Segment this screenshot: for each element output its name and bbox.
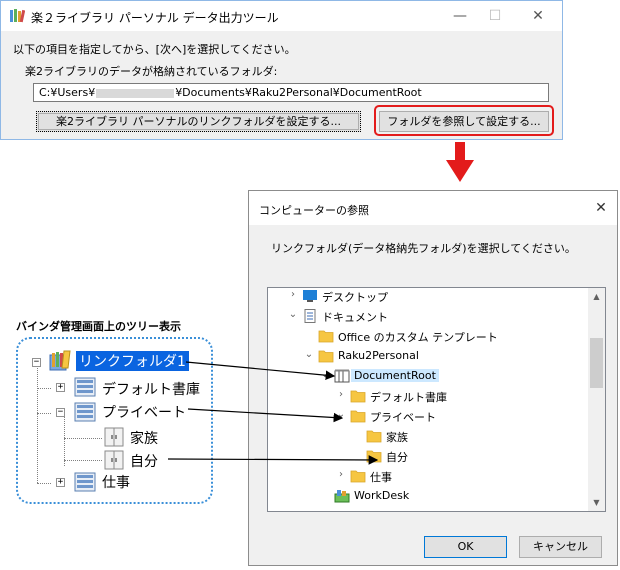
main-window: 楽２ライブラリ パーソナル データ出力ツール — ☐ ✕ 以下の項目を指定してか… xyxy=(0,0,563,140)
set-link-folder-button[interactable]: 楽2ライブラリ パーソナルのリンクフォルダを設定する... xyxy=(36,111,361,132)
chevron-down-icon[interactable]: ⌄ xyxy=(288,309,298,320)
minimize-button[interactable]: — xyxy=(451,7,469,25)
work-expand-toggle[interactable]: + xyxy=(56,478,65,487)
tree-row-label: デスクトップ xyxy=(322,291,388,304)
browse-dialog-titlebar: コンピューターの参照 ✕ xyxy=(249,191,617,225)
tree-row[interactable]: 家族 xyxy=(268,426,588,446)
tree-row-label: デフォルト書庫 xyxy=(370,391,447,404)
browse-folder-button[interactable]: フォルダを参照して設定する... xyxy=(379,111,549,132)
tree-row-label: プライベート xyxy=(370,411,436,424)
tree-row[interactable]: › 仕事 xyxy=(268,466,588,486)
folder-icon xyxy=(350,469,366,483)
cabinet-icon xyxy=(104,427,124,447)
chevron-right-icon[interactable]: › xyxy=(288,289,298,300)
chevron-right-icon[interactable]: › xyxy=(336,469,346,480)
binder-tree-panel: − リンクフォルダ1 + デフォルト書庫 − プライベート 家族 自分 + 仕事 xyxy=(16,337,213,504)
tree-row[interactable]: Office のカスタム テンプレート xyxy=(268,326,588,346)
browse-dialog-prompt: リンクフォルダ(データ格納先フォルダ)を選択してください。 xyxy=(271,242,576,255)
scroll-down-icon[interactable]: ▼ xyxy=(588,494,605,511)
tree-row[interactable]: › デフォルト書庫 xyxy=(268,386,588,406)
tree-row-label: WorkDesk xyxy=(354,489,410,502)
tree-row[interactable]: ⌄ プライベート xyxy=(268,406,588,426)
browse-folder-dialog: コンピューターの参照 ✕ リンクフォルダ(データ格納先フォルダ)を選択してくださ… xyxy=(248,190,618,566)
dialog-close-button[interactable]: ✕ xyxy=(592,199,610,217)
tree-row-label: ドキュメント xyxy=(322,311,388,324)
tree-row[interactable]: › デスクトップ xyxy=(268,288,588,306)
folder-icon xyxy=(318,349,334,363)
main-prompt-text: 以下の項目を指定してから、[次へ]を選択してください。 xyxy=(13,43,296,56)
tree-row[interactable]: ⌄ DocumentRoot xyxy=(268,366,588,386)
redacted-username xyxy=(96,88,175,98)
tree-row[interactable]: ⌄ ドキュメント xyxy=(268,306,588,326)
path-prefix: C:¥Users¥ xyxy=(39,86,96,99)
folder-icon xyxy=(366,449,382,463)
close-button[interactable]: ✕ xyxy=(529,7,547,25)
maximize-button[interactable]: ☐ xyxy=(486,7,504,25)
ok-button[interactable]: OK xyxy=(424,536,507,558)
bookshelf-icon xyxy=(74,402,96,422)
scroll-thumb[interactable] xyxy=(590,338,603,388)
desktop-icon xyxy=(302,289,318,303)
binder-root-label[interactable]: リンクフォルダ1 xyxy=(76,351,189,371)
binder-root-icon xyxy=(334,369,350,383)
main-window-title: 楽２ライブラリ パーソナル データ出力ツール xyxy=(31,11,279,25)
browse-dialog-title: コンピューターの参照 xyxy=(259,204,369,217)
tree-row-label: 自分 xyxy=(386,451,408,464)
chevron-right-icon[interactable]: › xyxy=(336,389,346,400)
bookshelf-icon xyxy=(74,377,96,397)
tree-row-label: Office のカスタム テンプレート xyxy=(338,331,498,344)
bookshelf-icon xyxy=(74,472,96,492)
chevron-down-icon[interactable]: ⌄ xyxy=(336,409,346,420)
folder-icon xyxy=(350,389,366,403)
default-shelf-expand-toggle[interactable]: + xyxy=(56,383,65,392)
tree-row[interactable]: 自分 xyxy=(268,446,588,466)
workdesk-icon xyxy=(334,489,350,503)
tree-row-label: DocumentRoot xyxy=(351,369,439,382)
binder-item-family[interactable]: 家族 xyxy=(130,428,158,448)
tree-row[interactable]: ⌄ Raku2Personal xyxy=(268,346,588,366)
tree-scrollbar[interactable]: ▲ ▼ xyxy=(588,288,605,511)
folder-group-label: 楽2ライブラリのデータが格納されているフォルダ: xyxy=(25,65,278,78)
tree-row-label: 仕事 xyxy=(370,471,392,484)
path-suffix: ¥Documents¥Raku2Personal¥DocumentRoot xyxy=(175,86,422,99)
chevron-down-icon[interactable]: ⌄ xyxy=(304,349,314,360)
down-arrow-icon xyxy=(446,142,474,182)
folder-icon xyxy=(318,329,334,343)
binder-root-icon xyxy=(49,350,71,371)
binder-tree-caption: バインダ管理画面上のツリー表示 xyxy=(16,320,181,333)
binder-item-private[interactable]: プライベート xyxy=(102,402,186,422)
folder-path-field[interactable]: C:¥Users¥ ¥Documents¥Raku2Personal¥Docume… xyxy=(33,83,549,102)
binder-item-self[interactable]: 自分 xyxy=(130,451,158,471)
cabinet-icon xyxy=(104,450,124,470)
cancel-button[interactable]: キャンセル xyxy=(519,536,602,558)
scroll-up-icon[interactable]: ▲ xyxy=(588,288,605,305)
tree-row-label: Raku2Personal xyxy=(338,349,419,362)
chevron-down-icon[interactable]: ⌄ xyxy=(320,369,330,380)
binder-item-work[interactable]: 仕事 xyxy=(102,472,130,492)
folder-icon xyxy=(366,429,382,443)
folder-tree-view[interactable]: › デスクトップ ⌄ ドキュメント Office のカスタム テンプレート ⌄ Raku2P… xyxy=(267,287,606,512)
tree-row-label: 家族 xyxy=(386,431,408,444)
document-icon xyxy=(302,309,318,323)
private-collapse-toggle[interactable]: − xyxy=(56,408,65,417)
tree-row[interactable]: WorkDesk xyxy=(268,486,588,506)
binder-item-default-shelf[interactable]: デフォルト書庫 xyxy=(102,379,200,399)
main-titlebar: 楽２ライブラリ パーソナル データ出力ツール — ☐ ✕ xyxy=(1,1,562,31)
folder-icon xyxy=(350,409,366,423)
root-collapse-toggle[interactable]: − xyxy=(32,358,41,367)
app-books-icon xyxy=(10,9,25,23)
